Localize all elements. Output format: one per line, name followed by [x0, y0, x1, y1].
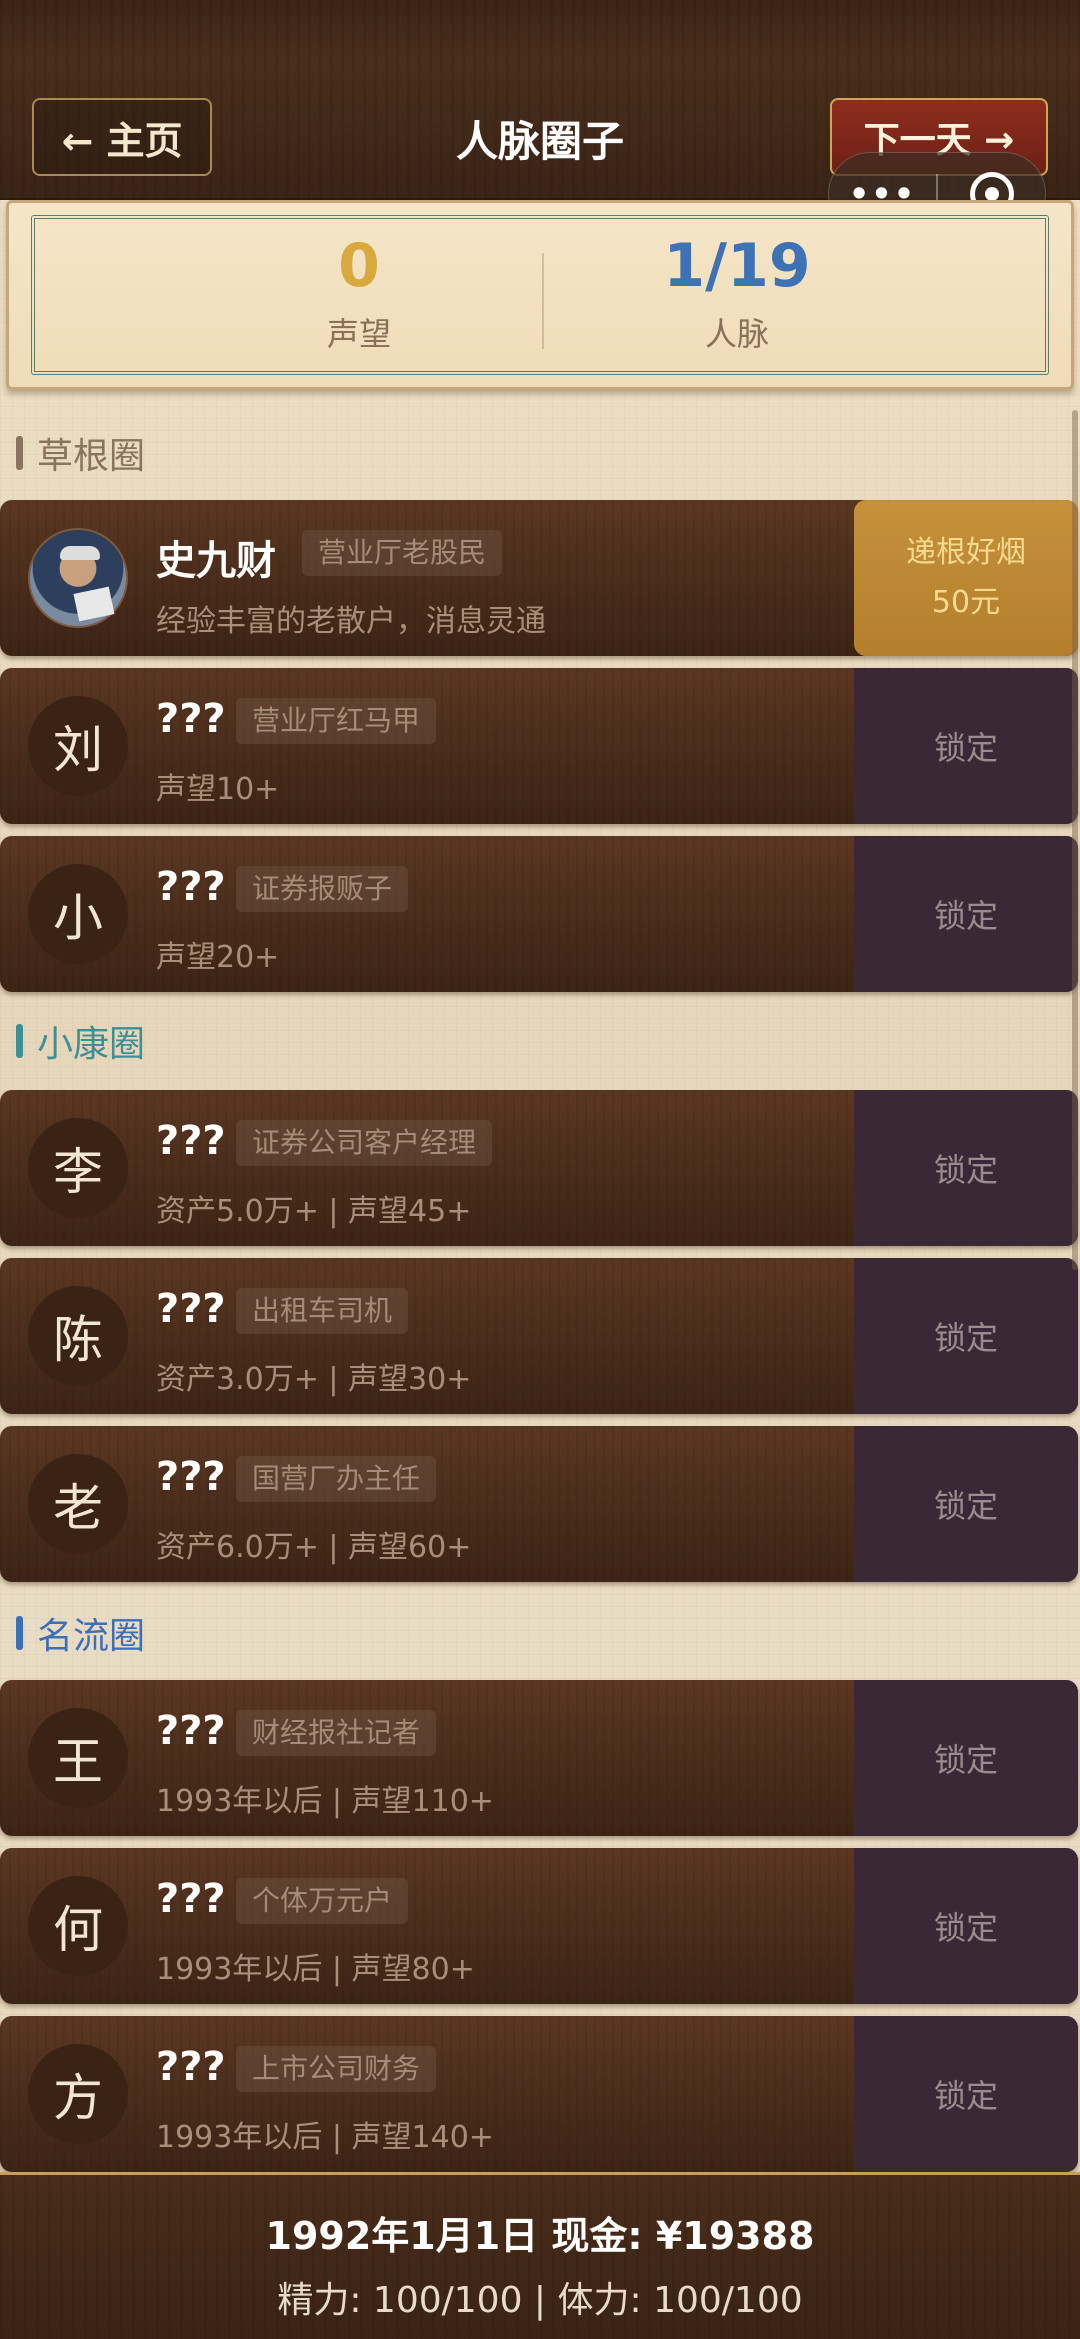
contact-name: ??? — [156, 864, 226, 910]
contact-role-tag: 个体万元户 — [236, 1878, 409, 1924]
contact-role-tag: 证券公司客户经理 — [236, 1120, 493, 1166]
avatar-initial: 陈 — [28, 1286, 128, 1386]
avatar-initial: 老 — [28, 1454, 128, 1554]
contact-card[interactable]: 方 ??? 上市公司财务 1993年以后 | 声望140+ 锁定 — [0, 2016, 1078, 2172]
contact-requirement: 1993年以后 | 声望110+ — [156, 1784, 494, 1819]
contact-name: ??? — [156, 1876, 226, 1922]
gift-action-cost: 50元 — [931, 585, 1001, 620]
section-header-grassroots: 草根圈 — [16, 428, 145, 478]
contact-role-tag: 营业厅老股民 — [302, 530, 503, 576]
section-title: 名流圈 — [37, 1616, 146, 1657]
contact-requirement: 1993年以后 | 声望140+ — [156, 2120, 494, 2155]
scrollbar[interactable] — [1072, 410, 1078, 1270]
locked-button[interactable]: 锁定 — [854, 1848, 1078, 2004]
contact-requirement: 资产6.0万+ | 声望60+ — [156, 1530, 472, 1565]
gift-action-label: 递根好烟 — [906, 535, 1026, 570]
avatar-hair — [60, 546, 100, 560]
contact-name: 史九财 — [156, 538, 276, 584]
locked-button[interactable]: 锁定 — [854, 836, 1078, 992]
network-value: 1/19 — [663, 231, 811, 301]
locked-button[interactable]: 锁定 — [854, 668, 1078, 824]
locked-button[interactable]: 锁定 — [854, 1680, 1078, 1836]
contact-card[interactable]: 王 ??? 财经报社记者 1993年以后 | 声望110+ 锁定 — [0, 1680, 1078, 1836]
section-marker — [16, 1024, 23, 1058]
contact-name: ??? — [156, 2044, 226, 2090]
contact-name: ??? — [156, 1286, 226, 1332]
contact-role-tag: 财经报社记者 — [236, 1710, 437, 1756]
contact-role-tag: 上市公司财务 — [236, 2046, 437, 2092]
section-header-xiaokang: 小康圈 — [16, 1016, 145, 1066]
date-cash-text: 1992年1月1日 现金: ¥19388 — [265, 2214, 815, 2258]
contact-card[interactable]: 何 ??? 个体万元户 1993年以后 | 声望80+ 锁定 — [0, 1848, 1078, 2004]
stats-panel: 0 声望 1/19 人脉 — [6, 200, 1074, 390]
gift-cigarette-button[interactable]: 递根好烟 50元 — [854, 500, 1078, 656]
avatar-initial: 方 — [28, 2044, 128, 2144]
section-title: 小康圈 — [37, 1024, 146, 1065]
locked-button[interactable]: 锁定 — [854, 1258, 1078, 1414]
network-stat: 1/19 人脉 — [487, 231, 987, 355]
contact-role-tag: 证券报贩子 — [236, 866, 409, 912]
avatar-initial: 刘 — [28, 696, 128, 796]
contact-requirement: 资产5.0万+ | 声望45+ — [156, 1194, 472, 1229]
contact-card[interactable]: 李 ??? 证券公司客户经理 资产5.0万+ | 声望45+ 锁定 — [0, 1090, 1078, 1246]
contact-requirement: 声望20+ — [156, 940, 280, 975]
section-marker — [16, 436, 23, 470]
section-title: 草根圈 — [37, 436, 146, 477]
locked-button[interactable]: 锁定 — [854, 1426, 1078, 1582]
network-label: 人脉 — [704, 315, 769, 353]
avatar-initial: 李 — [28, 1118, 128, 1218]
avatar-initial: 王 — [28, 1708, 128, 1808]
contact-name: ??? — [156, 1708, 226, 1754]
contact-card[interactable]: 史九财 营业厅老股民 经验丰富的老散户，消息灵通 递根好烟 50元 — [0, 500, 1078, 656]
status-bar: 1992年1月1日 现金: ¥19388 精力: 100/100 | 体力: 1… — [0, 2172, 1080, 2339]
contact-requirement: 资产3.0万+ | 声望30+ — [156, 1362, 472, 1397]
section-header-celebrity: 名流圈 — [16, 1608, 145, 1658]
locked-button[interactable]: 锁定 — [854, 2016, 1078, 2172]
contact-description: 经验丰富的老散户，消息灵通 — [156, 604, 546, 639]
contact-name: ??? — [156, 696, 226, 742]
avatar-photo — [28, 528, 128, 628]
contact-name: ??? — [156, 1118, 226, 1164]
contact-card[interactable]: 陈 ??? 出租车司机 资产3.0万+ | 声望30+ 锁定 — [0, 1258, 1078, 1414]
locked-button[interactable]: 锁定 — [854, 1090, 1078, 1246]
contact-card[interactable]: 小 ??? 证券报贩子 声望20+ 锁定 — [0, 836, 1078, 992]
avatar-initial: 小 — [28, 864, 128, 964]
energy-stamina-text: 精力: 100/100 | 体力: 100/100 — [277, 2280, 803, 2321]
contact-role-tag: 出租车司机 — [236, 1288, 409, 1334]
contact-requirement: 1993年以后 | 声望80+ — [156, 1952, 475, 1987]
contact-name: ??? — [156, 1454, 226, 1500]
avatar-newspaper — [73, 586, 115, 622]
contact-role-tag: 营业厅红马甲 — [236, 698, 437, 744]
contact-card[interactable]: 老 ??? 国营厂办主任 资产6.0万+ | 声望60+ 锁定 — [0, 1426, 1078, 1582]
section-marker — [16, 1616, 23, 1650]
contact-card[interactable]: 刘 ??? 营业厅红马甲 声望10+ 锁定 — [0, 668, 1078, 824]
contact-requirement: 声望10+ — [156, 772, 280, 807]
contact-role-tag: 国营厂办主任 — [236, 1456, 437, 1502]
avatar-initial: 何 — [28, 1876, 128, 1976]
